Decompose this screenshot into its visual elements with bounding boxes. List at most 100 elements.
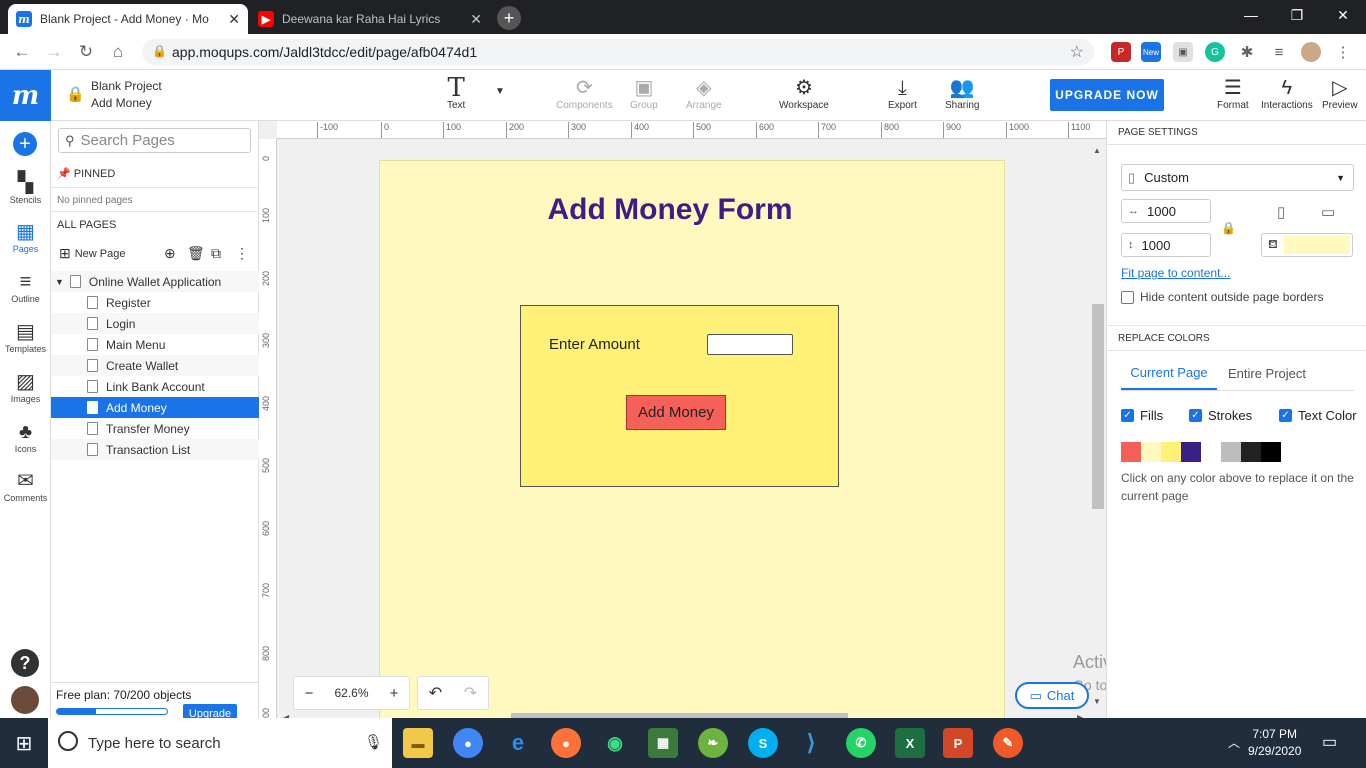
zoom-in-button[interactable]: + xyxy=(390,685,399,702)
arrange-button[interactable]: ◈ Arrange xyxy=(686,76,722,111)
tab-entire-project[interactable]: Entire Project xyxy=(1217,357,1317,390)
charts-app-icon[interactable]: ▦ xyxy=(648,728,678,758)
color-swatch[interactable] xyxy=(1121,442,1141,462)
extension-icon[interactable]: P xyxy=(1111,42,1131,62)
strokes-checkbox[interactable]: ✓ Strokes xyxy=(1189,408,1252,423)
color-swatch[interactable] xyxy=(1161,442,1181,462)
workspace-button[interactable]: ⚙ Workspace xyxy=(779,76,829,111)
undo-icon[interactable]: ↶ xyxy=(429,683,442,703)
page-item-transaction-list[interactable]: Transaction List xyxy=(51,439,259,460)
home-icon[interactable]: ⌂ xyxy=(106,40,130,64)
search-pages-input[interactable]: ⚲ Search Pages xyxy=(58,128,251,153)
enter-amount-label[interactable]: Enter Amount xyxy=(549,336,640,353)
powerpoint-icon[interactable]: P xyxy=(943,728,973,758)
grammarly-icon[interactable]: G xyxy=(1205,42,1225,62)
color-swatch[interactable] xyxy=(1221,442,1241,462)
color-swatch[interactable] xyxy=(1261,442,1281,462)
page-item-link-bank-account[interactable]: Link Bank Account xyxy=(51,376,259,397)
upgrade-now-button[interactable]: UPGRADE NOW xyxy=(1050,79,1164,111)
height-input[interactable]: ↕ 1000 xyxy=(1121,233,1211,257)
tab-moqups[interactable]: m Blank Project - Add Money · Mo ✕ xyxy=(8,4,248,34)
trash-icon[interactable]: 🗑 xyxy=(187,245,205,262)
rail-icons[interactable]: ♣ Icons xyxy=(0,420,51,454)
text-tool-button[interactable]: T Text xyxy=(447,75,465,111)
project-name[interactable]: Blank Project xyxy=(91,79,162,93)
media-control-icon[interactable]: ≡ xyxy=(1269,42,1289,62)
page-item-main-menu[interactable]: Main Menu xyxy=(51,334,259,355)
more-options-icon[interactable]: ⋮ xyxy=(235,245,249,262)
rail-pages[interactable]: ▦ Pages xyxy=(0,220,51,254)
reload-icon[interactable]: ↻ xyxy=(74,40,98,64)
tab-youtube[interactable]: ▶ Deewana kar Raha Hai Lyrics ✕ xyxy=(250,4,490,34)
rail-stencils[interactable]: ▚ Stencils xyxy=(0,171,51,205)
preview-button[interactable]: ▷ Preview xyxy=(1322,76,1358,111)
page-fill-color[interactable]: ⛾ xyxy=(1261,233,1353,257)
lock-ratio-icon[interactable]: 🔒 xyxy=(1221,221,1236,235)
rail-comments[interactable]: ✉ Comments xyxy=(0,469,51,503)
minimize-button[interactable]: — xyxy=(1228,0,1274,30)
close-tab-icon[interactable]: ✕ xyxy=(222,11,240,28)
extension-icon[interactable]: ▣ xyxy=(1173,42,1193,62)
zoom-level[interactable]: 62.6% xyxy=(334,686,368,700)
width-input[interactable]: ↔ 1000 xyxy=(1121,199,1211,223)
text-dropdown-icon[interactable]: ▼ xyxy=(495,86,505,97)
chrome-icon[interactable]: ● xyxy=(453,728,483,758)
chevron-up-icon[interactable]: ︿ xyxy=(1228,734,1240,751)
redo-icon[interactable]: ↷ xyxy=(464,683,477,703)
interactions-button[interactable]: ϟ Interactions xyxy=(1261,76,1313,111)
scroll-up-icon[interactable]: ▲ xyxy=(1093,146,1101,155)
user-avatar[interactable] xyxy=(11,686,39,714)
format-button[interactable]: ☰ Format xyxy=(1217,76,1249,111)
windows-start-icon[interactable]: ⊞ xyxy=(0,718,48,768)
bookmark-star-icon[interactable]: ☆ xyxy=(1070,42,1084,62)
form-title[interactable]: Add Money Form xyxy=(380,193,960,227)
notifications-icon[interactable]: ▭ xyxy=(1322,732,1337,752)
profile-avatar[interactable] xyxy=(1301,42,1321,62)
system-clock[interactable]: 7:07 PM 9/29/2020 xyxy=(1248,726,1301,760)
taskbar-search-input[interactable]: Type here to search 🎙 xyxy=(48,718,392,768)
forward-icon[interactable]: → xyxy=(42,40,66,64)
rail-images[interactable]: ▨ Images xyxy=(0,370,51,404)
vertical-scroll-thumb[interactable] xyxy=(1092,304,1104,509)
color-swatch[interactable] xyxy=(1201,442,1221,462)
design-page[interactable]: Add Money Form Enter Amount Add Money xyxy=(379,160,1005,718)
landscape-icon[interactable]: ▭ xyxy=(1321,203,1335,221)
components-button[interactable]: ⟳ Components xyxy=(556,76,613,111)
new-folder-icon[interactable]: ⊕ xyxy=(164,245,176,262)
firefox-icon[interactable]: ● xyxy=(551,728,581,758)
group-button[interactable]: ▣ Group xyxy=(630,76,658,111)
page-tree-root[interactable]: ▼ Online Wallet Application xyxy=(51,271,259,292)
tab-current-page[interactable]: Current Page xyxy=(1121,357,1217,390)
canvas-area[interactable]: -100 0 100 200 300 400 500 600 700 800 9… xyxy=(259,121,1106,718)
app-icon[interactable]: ✎ xyxy=(993,728,1023,758)
microphone-icon[interactable]: 🎙 xyxy=(364,733,383,751)
page-item-add-money[interactable]: Add Money xyxy=(51,397,259,418)
whatsapp-icon[interactable]: ✆ xyxy=(846,728,876,758)
color-swatch[interactable] xyxy=(1241,442,1261,462)
page-item-create-wallet[interactable]: Create Wallet xyxy=(51,355,259,376)
back-icon[interactable]: ← xyxy=(10,40,34,64)
fills-checkbox[interactable]: ✓ Fills xyxy=(1121,408,1163,423)
scroll-down-icon[interactable]: ▼ xyxy=(1093,697,1101,706)
page-name[interactable]: Add Money xyxy=(91,96,152,110)
page-item-login[interactable]: Login xyxy=(51,313,259,334)
close-window-button[interactable]: ✕ xyxy=(1320,0,1366,30)
fit-page-link[interactable]: Fit page to content... xyxy=(1121,266,1230,280)
spring-icon[interactable]: ❧ xyxy=(698,728,728,758)
new-tab-button[interactable]: + xyxy=(497,6,521,30)
close-tab-icon[interactable]: ✕ xyxy=(464,11,482,28)
skype-icon[interactable]: S xyxy=(748,728,778,758)
amount-input[interactable] xyxy=(707,334,793,355)
add-money-button[interactable]: Add Money xyxy=(626,395,726,430)
duplicate-icon[interactable]: ⧉ xyxy=(211,245,221,262)
extension-new-icon[interactable]: New xyxy=(1141,42,1161,62)
help-icon[interactable]: ? xyxy=(11,649,39,677)
page-size-select[interactable]: ▯ Custom ▼ xyxy=(1121,164,1354,191)
color-swatch[interactable] xyxy=(1141,442,1161,462)
hide-outside-checkbox[interactable]: Hide content outside page borders xyxy=(1121,290,1323,304)
new-page-button[interactable]: ⊞ New Page xyxy=(59,245,126,262)
color-swatch[interactable] xyxy=(1181,442,1201,462)
export-button[interactable]: ⤓ Export xyxy=(888,76,917,111)
chat-button[interactable]: ▭ Chat xyxy=(1015,682,1089,709)
android-studio-icon[interactable]: ◉ xyxy=(600,728,630,758)
